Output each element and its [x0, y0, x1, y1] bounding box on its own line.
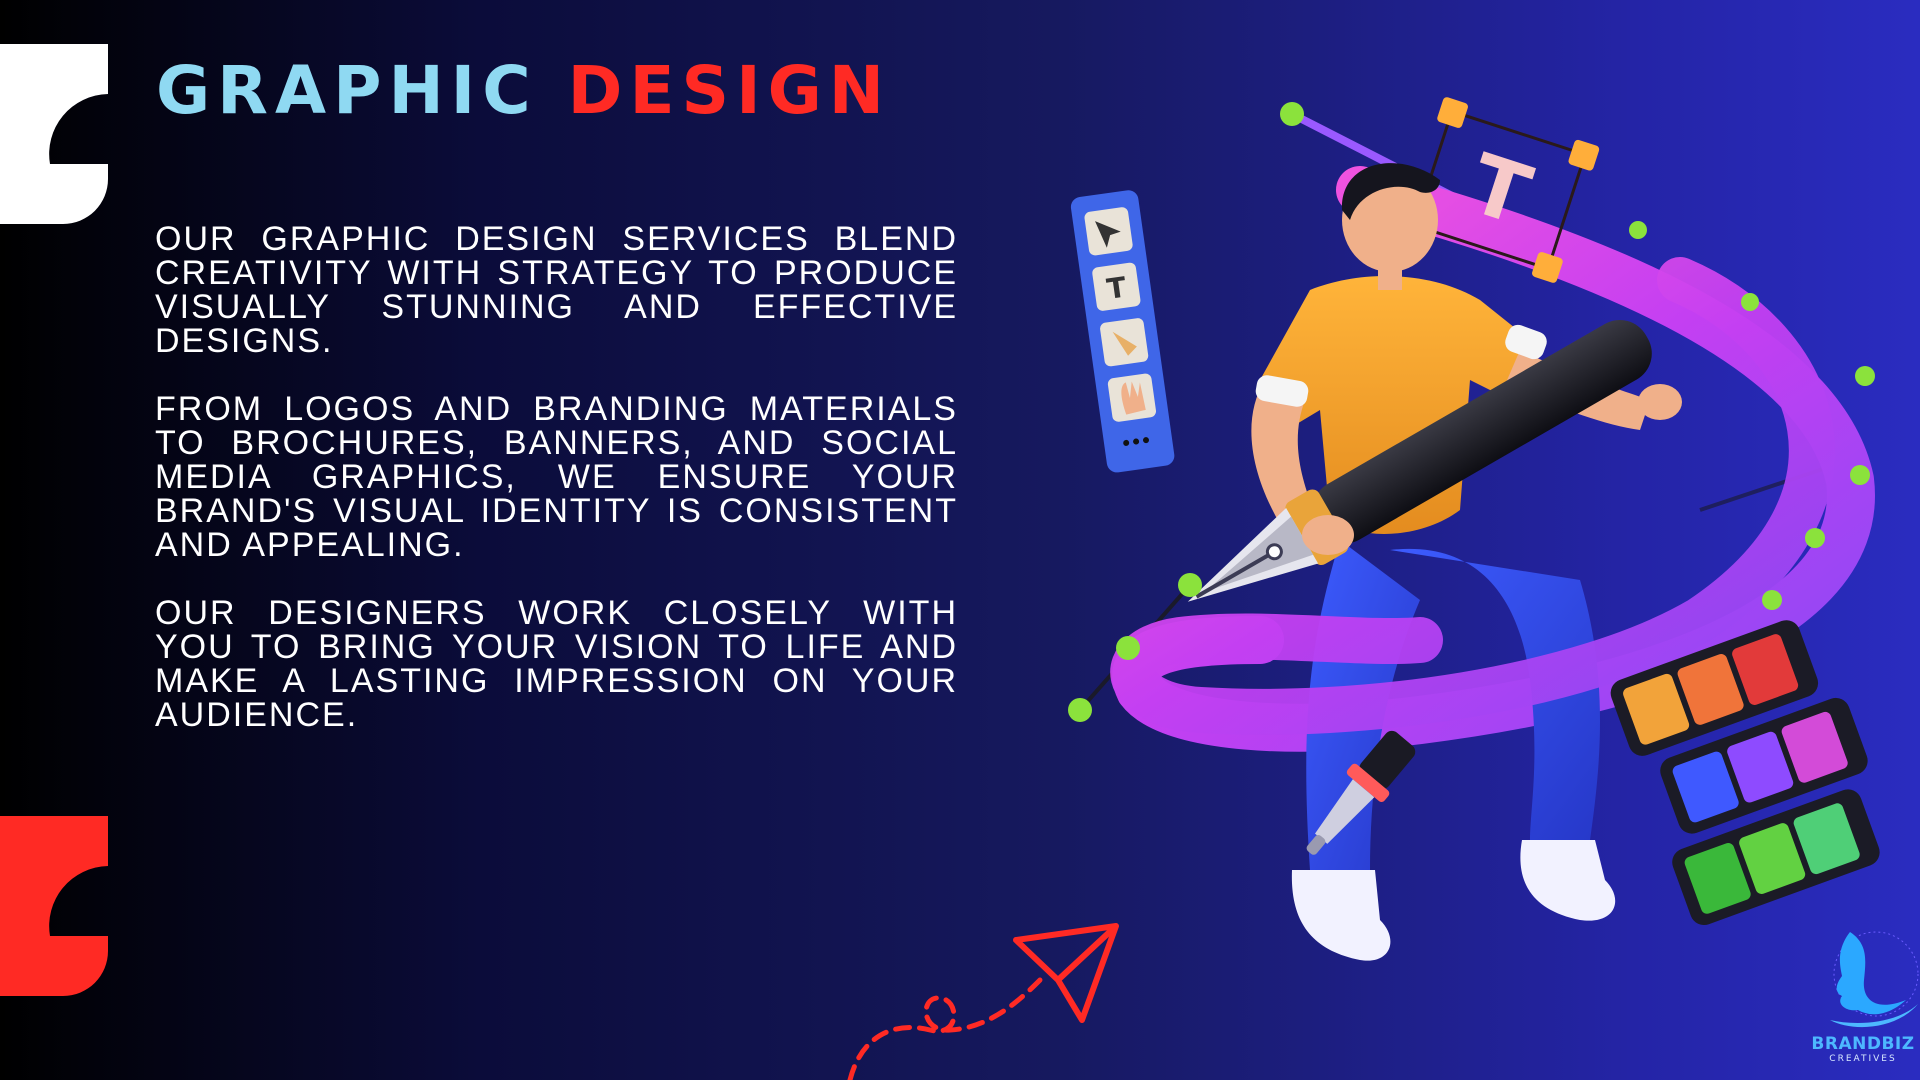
paragraph-collaboration: Our designers work closely with you to b…: [155, 594, 958, 734]
red-decorative-shape: [0, 816, 108, 996]
white-decorative-shape: [0, 44, 108, 224]
tool-panel: T: [1070, 190, 1175, 473]
logo-name: BRANDBIZ: [1811, 1034, 1915, 1054]
paragraph-intro: Our graphic design services blend creati…: [155, 220, 958, 360]
page-title: GRAPHIC DESIGN: [156, 58, 891, 124]
brandbiz-logo: BRANDBIZ CREATIVES: [1806, 920, 1920, 1070]
designer-illustration: T T: [1068, 97, 1880, 961]
logo-icon: [1830, 931, 1919, 1028]
paper-plane: [847, 923, 1119, 1080]
paragraph-services: From logos and branding materials to bro…: [155, 390, 958, 564]
logo-subtitle: CREATIVES: [1829, 1054, 1897, 1064]
description: Our graphic design services blend creati…: [155, 222, 958, 766]
title-word-design: DESIGN: [567, 52, 892, 129]
title-word-graphic: GRAPHIC: [156, 52, 538, 129]
